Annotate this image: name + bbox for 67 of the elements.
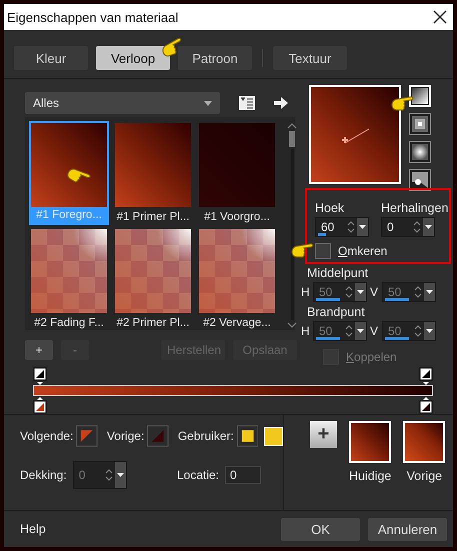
caret-icon [357,290,364,294]
color-stop-icon[interactable] [33,396,47,414]
field-label: Middelpunt [306,266,370,280]
gradient-swatch[interactable] [403,421,446,463]
color-swatch[interactable] [147,425,169,447]
gradient-swatch[interactable] [349,421,392,463]
checkbox-label: Omkeren [338,244,388,258]
spin-arrows-icon[interactable] [347,220,355,234]
caret-icon [116,473,124,477]
caret-icon [426,290,433,294]
sunburst-gradient-icon [412,144,428,160]
arrow-right-icon[interactable] [274,97,288,109]
color-swatch[interactable] [76,425,98,447]
field-label: Brandpunt [306,305,366,319]
close-icon[interactable] [433,10,447,24]
dialog-button[interactable]: OK [281,518,360,540]
swatch-label: Huidige [349,469,392,483]
field-label: Vorige: [106,429,144,443]
checkbox-label: Koppelen [346,350,397,364]
input-field[interactable]: 0 [225,466,261,484]
spin-field[interactable]: 0 [381,217,435,237]
list-icon[interactable] [238,95,256,111]
field-label: Locatie: [176,468,219,482]
help-link[interactable]: Help [20,522,46,536]
dropdown-button[interactable] [423,218,434,236]
color-stop-icon[interactable] [419,396,433,414]
field-label: Dekking: [20,468,67,482]
tab[interactable]: Textuur [273,46,347,70]
spin-field[interactable]: 60 [315,217,369,237]
checkbox[interactable] [315,243,331,259]
caret-icon [204,100,212,106]
axis-label: V [370,324,379,338]
tab[interactable]: Patroon [178,46,252,70]
color-swatch[interactable] [236,425,258,447]
window-title: Eigenschappen van materiaal [7,10,178,24]
axis-label: H [301,285,310,299]
dropdown-button[interactable] [357,218,368,236]
swatch-label: Vorige [406,469,442,483]
tab[interactable]: Kleur [14,46,88,70]
scroll-down-icon[interactable] [287,322,297,328]
axis-label: V [370,285,379,299]
opacity-stop-icon[interactable] [33,367,47,385]
caret-icon [425,225,432,229]
radial-gradient-icon [412,172,428,188]
gradient-style-button[interactable] [409,113,431,135]
linear-gradient-icon [412,88,428,104]
rectangular-gradient-icon [412,116,428,132]
gradient-style-button[interactable] [409,169,431,191]
caret-icon [426,329,433,333]
field-label: Volgende: [20,429,74,443]
axis-label: H [301,324,310,338]
add-swatch-button[interactable]: + [310,421,337,448]
gradient-style-button[interactable] [409,141,431,163]
category-dropdown[interactable]: Alles [25,92,220,114]
spin-arrows-icon[interactable] [413,220,421,234]
scrollbar[interactable] [287,121,297,328]
scroll-thumb[interactable] [289,131,295,147]
tab[interactable]: Verloop [96,46,170,70]
caret-icon [359,225,366,229]
opacity-stop-icon[interactable] [419,367,433,385]
field-label: Herhalingen [381,201,448,215]
scroll-up-icon[interactable] [287,123,297,129]
field-label: Hoek [315,201,346,215]
caret-icon [357,329,364,333]
dialog-button[interactable]: Annuleren [368,518,447,540]
field-label: Gebruiker: [178,429,234,443]
stop-button[interactable]: + [25,340,53,360]
